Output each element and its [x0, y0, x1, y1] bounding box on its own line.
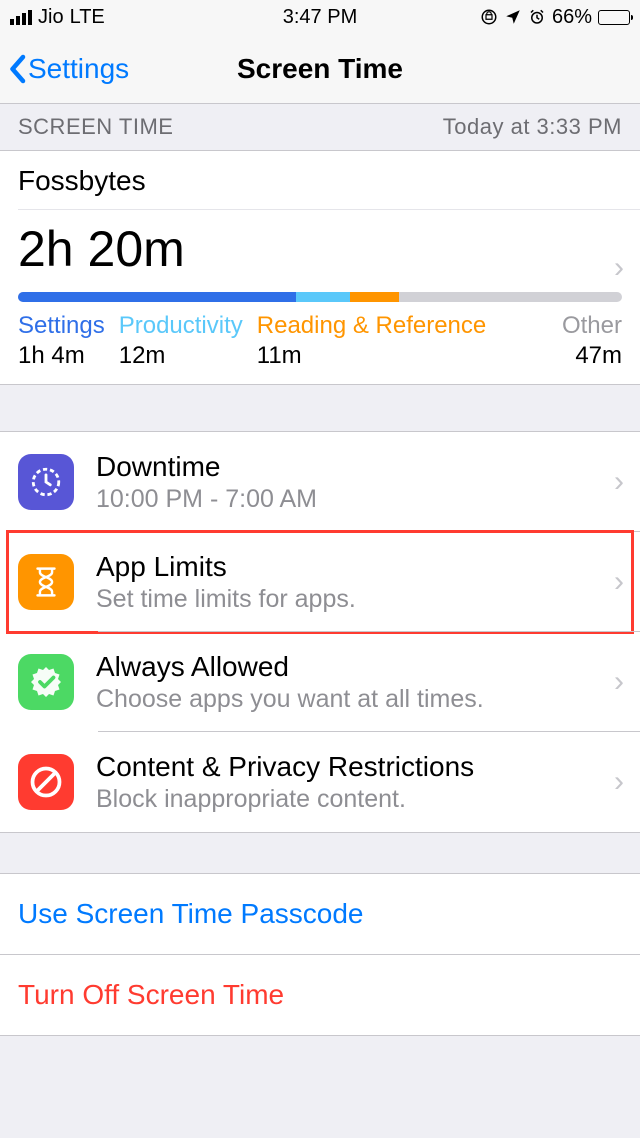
- row-downtime[interactable]: Downtime 10:00 PM - 7:00 AM ›: [0, 432, 640, 532]
- category-other: Other 47m: [562, 312, 622, 370]
- category-reading: Reading & Reference 11m: [257, 312, 486, 370]
- back-label: Settings: [28, 53, 129, 85]
- features-group: Downtime 10:00 PM - 7:00 AM › App Limits…: [0, 431, 640, 833]
- total-time: 2h 20m: [18, 210, 622, 292]
- location-icon: [504, 8, 522, 26]
- chevron-right-icon: ›: [614, 465, 624, 499]
- back-button[interactable]: Settings: [8, 53, 129, 85]
- chevron-right-icon: ›: [614, 765, 624, 799]
- category-settings: Settings 1h 4m: [18, 312, 105, 370]
- orientation-lock-icon: [480, 8, 498, 26]
- category-row: Settings 1h 4m Productivity 12m Reading …: [18, 312, 622, 370]
- actions-group: Use Screen Time Passcode Turn Off Screen…: [0, 873, 640, 1036]
- no-entry-icon: [18, 754, 74, 810]
- device-name: Fossbytes: [18, 165, 622, 197]
- section-header-left: SCREEN TIME: [18, 114, 173, 140]
- battery-percent: 66%: [552, 6, 592, 29]
- carrier-label: Jio: [38, 6, 64, 29]
- chevron-right-icon: ›: [614, 565, 624, 599]
- section-header-right: Today at 3:33 PM: [443, 114, 622, 140]
- bar-segment-reading: [350, 292, 398, 302]
- status-bar: Jio LTE 3:47 PM 66%: [0, 0, 640, 34]
- chevron-right-icon: ›: [614, 251, 624, 285]
- row-content-restrictions[interactable]: Content & Privacy Restrictions Block ina…: [0, 732, 640, 832]
- network-label: LTE: [70, 6, 105, 29]
- chevron-right-icon: ›: [614, 665, 624, 699]
- row-subtitle: 10:00 PM - 7:00 AM: [96, 485, 317, 514]
- nav-bar: Settings Screen Time: [0, 34, 640, 104]
- usage-summary-cell[interactable]: Fossbytes › 2h 20m Settings 1h 4m Produc…: [0, 150, 640, 385]
- row-always-allowed[interactable]: Always Allowed Choose apps you want at a…: [0, 632, 640, 732]
- row-app-limits[interactable]: App Limits Set time limits for apps. ›: [0, 532, 640, 632]
- row-subtitle: Set time limits for apps.: [96, 585, 356, 614]
- signal-icon: [10, 10, 32, 25]
- row-title: Downtime: [96, 451, 317, 483]
- alarm-icon: [528, 8, 546, 26]
- turn-off-button[interactable]: Turn Off Screen Time: [0, 955, 640, 1036]
- use-passcode-button[interactable]: Use Screen Time Passcode: [0, 874, 640, 955]
- bar-segment-settings: [18, 292, 296, 302]
- battery-icon: [598, 10, 630, 25]
- category-productivity: Productivity 12m: [119, 312, 243, 370]
- usage-bar: [18, 292, 622, 302]
- check-seal-icon: [18, 654, 74, 710]
- chevron-left-icon: [8, 54, 26, 84]
- row-title: Content & Privacy Restrictions: [96, 751, 474, 783]
- row-title: Always Allowed: [96, 651, 484, 683]
- downtime-icon: [18, 454, 74, 510]
- hourglass-icon: [18, 554, 74, 610]
- section-header: SCREEN TIME Today at 3:33 PM: [0, 104, 640, 150]
- row-title: App Limits: [96, 551, 356, 583]
- row-subtitle: Block inappropriate content.: [96, 785, 474, 814]
- row-subtitle: Choose apps you want at all times.: [96, 685, 484, 714]
- bar-segment-productivity: [296, 292, 350, 302]
